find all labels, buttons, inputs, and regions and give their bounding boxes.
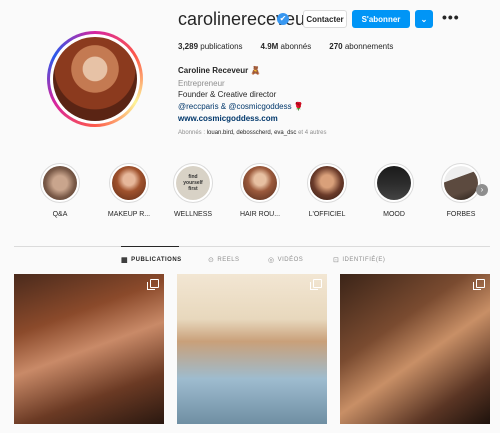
followed-by-accounts: louan.bird, debosscherd, eva_dsc (206, 130, 297, 136)
stat-followers[interactable]: 4.9M abonnés (261, 42, 312, 51)
tab-label: PUBLICATIONS (131, 257, 182, 263)
highlight-ring (374, 163, 414, 203)
avatar-frame (50, 34, 140, 124)
story-highlights: Q&A MAKEUP R... find yourself first WELL… (36, 163, 496, 223)
profile-bio: Founder & Creative director (178, 90, 277, 99)
profile-username: carolinereceveur (178, 9, 312, 29)
highlights-next-arrow-icon[interactable]: › (476, 184, 488, 196)
followers-count: 4.9M (260, 42, 279, 51)
profile-category: Entrepreneur (178, 79, 225, 88)
posts-count: 3,289 (178, 42, 199, 51)
highlight-ring: find yourself first (173, 163, 213, 203)
tab-label: REELS (217, 257, 240, 263)
video-icon: ◎ (268, 257, 275, 264)
contact-button[interactable]: Contacter (303, 10, 347, 28)
stat-posts: 3,289 publications (178, 42, 243, 51)
profile-website-link[interactable]: www.cosmicgoddess.com (178, 114, 278, 123)
highlight-ring (109, 163, 149, 203)
highlight-makeup[interactable]: MAKEUP R... (94, 163, 164, 218)
highlight-cover (377, 166, 411, 200)
tab-videos[interactable]: ◎ VIDÉOS (268, 256, 303, 264)
tab-label: IDENTIFIÉ(E) (342, 257, 386, 263)
post-thumbnail[interactable] (14, 274, 164, 424)
following-count: 270 (329, 42, 343, 51)
active-tab-indicator (121, 246, 179, 247)
highlight-hair[interactable]: HAIR ROU... (225, 163, 295, 218)
followed-by-text[interactable]: Abonnés : louan.bird, debosscherd, eva_d… (178, 130, 326, 136)
tab-publications[interactable]: ▦ PUBLICATIONS (121, 256, 182, 264)
highlight-cover (444, 166, 478, 200)
highlight-label: MAKEUP R... (107, 211, 151, 218)
tab-label: VIDÉOS (277, 257, 304, 263)
highlight-lofficiel[interactable]: L'OFFICIEL (292, 163, 362, 218)
highlight-cover (310, 166, 344, 200)
follow-button[interactable]: S'abonner (352, 10, 410, 28)
carousel-icon (310, 279, 322, 290)
followed-by-suffix: et 4 autres (296, 130, 327, 136)
highlight-ring (441, 163, 481, 203)
highlight-label: Q&A (52, 211, 68, 218)
highlight-label: MOOD (383, 211, 405, 218)
highlight-cover (243, 166, 277, 200)
reels-icon: ⊙ (208, 257, 215, 264)
tab-tagged[interactable]: ⊡ IDENTIFIÉ(E) (333, 256, 385, 264)
more-options-icon[interactable]: ••• (442, 9, 460, 25)
verified-badge-icon: ✔ (277, 13, 289, 25)
post-thumbnail[interactable] (177, 274, 327, 424)
highlight-mood[interactable]: MOOD (359, 163, 429, 218)
highlight-cover (112, 166, 146, 200)
tabs-divider (14, 246, 490, 247)
post-thumbnail[interactable] (340, 274, 490, 424)
profile-mentions-link[interactable]: @reccparis & @cosmicgoddess 🌹 (178, 102, 304, 111)
suggested-accounts-chevron-icon[interactable]: ⌄ (415, 10, 433, 28)
highlight-ring (307, 163, 347, 203)
profile-full-name: Caroline Receveur 🧸 (178, 66, 261, 75)
profile-tabs: ▦ PUBLICATIONS ⊙ REELS ◎ VIDÉOS ⊡ IDENTI… (0, 256, 500, 268)
tab-reels[interactable]: ⊙ REELS (208, 256, 240, 264)
profile-avatar[interactable] (47, 31, 143, 127)
carousel-icon (473, 279, 485, 290)
posts-label: publications (200, 42, 243, 51)
highlight-cover-text: find yourself first (183, 174, 203, 192)
highlight-label: FORBES (446, 211, 476, 218)
highlight-label: L'OFFICIEL (308, 211, 346, 218)
followers-label: abonnés (280, 42, 312, 51)
highlight-cover (43, 166, 77, 200)
highlight-label: WELLNESS (173, 211, 213, 218)
tagged-icon: ⊡ (333, 257, 340, 264)
profile-stats: 3,289 publications 4.9M abonnés 270 abon… (178, 42, 411, 51)
grid-icon: ▦ (121, 257, 129, 264)
stat-following[interactable]: 270 abonnements (329, 42, 393, 51)
highlight-cover: find yourself first (176, 166, 210, 200)
following-label: abonnements (344, 42, 394, 51)
highlight-label: HAIR ROU... (239, 211, 281, 218)
highlight-wellness[interactable]: find yourself first WELLNESS (158, 163, 228, 218)
highlight-qa[interactable]: Q&A (25, 163, 95, 218)
highlight-ring (40, 163, 80, 203)
carousel-icon (147, 279, 159, 290)
avatar-image (53, 37, 137, 121)
highlight-ring (240, 163, 280, 203)
followed-by-prefix: Abonnés : (178, 130, 207, 136)
